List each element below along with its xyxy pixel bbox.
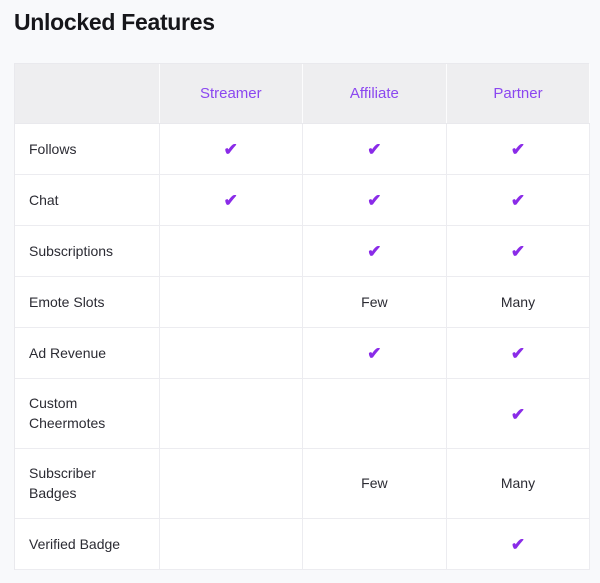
cell-streamer: ✔ <box>159 123 304 175</box>
cell-affiliate <box>302 378 447 449</box>
check-icon: ✔ <box>223 140 238 159</box>
cell-partner: ✔ <box>446 225 591 277</box>
cell-partner: Many <box>446 276 591 328</box>
cell-value-text: Few <box>361 475 388 491</box>
table-row: Follows ✔ ✔ ✔ <box>15 123 591 175</box>
check-icon: ✔ <box>367 344 382 363</box>
feature-label: Subscriptions <box>15 225 160 277</box>
check-icon: ✔ <box>510 344 526 363</box>
feature-label: Emote Slots <box>15 276 160 328</box>
cell-value-text: Few <box>361 293 388 310</box>
cell-empty <box>230 357 231 358</box>
check-icon: ✔ <box>367 191 382 210</box>
cell-affiliate <box>302 518 447 570</box>
features-table: Streamer Affiliate Partner Follows ✔ ✔ ✔ Cha… <box>15 64 591 570</box>
table-row: Subscriber Badges Few Many <box>15 448 591 519</box>
cell-empty <box>230 417 231 418</box>
cell-streamer <box>159 518 304 570</box>
cell-streamer <box>159 378 304 449</box>
cell-value-text: Many <box>500 293 536 310</box>
table-row: Emote Slots Few Many <box>15 276 591 328</box>
cell-empty <box>230 255 231 256</box>
cell-partner: ✔ <box>446 327 591 379</box>
cell-partner: ✔ <box>446 123 591 175</box>
cell-streamer <box>159 448 304 519</box>
cell-affiliate: ✔ <box>302 174 447 226</box>
cell-empty <box>230 487 231 488</box>
cell-empty <box>374 548 375 549</box>
feature-label: Chat <box>15 174 160 226</box>
feature-label: Follows <box>15 123 160 175</box>
cell-affiliate: ✔ <box>302 225 447 277</box>
column-header-partner: Partner <box>446 64 591 124</box>
check-icon: ✔ <box>510 535 526 554</box>
cell-partner: ✔ <box>446 378 591 449</box>
features-page: Unlocked Features Streamer Affiliate Par… <box>0 0 600 583</box>
feature-label: Custom Cheermotes <box>15 378 160 449</box>
cell-affiliate: Few <box>302 448 447 519</box>
cell-partner: Many <box>446 448 591 519</box>
table-row: Verified Badge ✔ <box>15 518 591 570</box>
cell-affiliate: Few <box>302 276 447 328</box>
cell-affiliate: ✔ <box>302 327 447 379</box>
features-table-container: Streamer Affiliate Partner Follows ✔ ✔ ✔ Cha… <box>14 63 591 570</box>
feature-label: Ad Revenue <box>15 327 160 379</box>
cell-streamer <box>159 276 304 328</box>
check-icon: ✔ <box>510 242 526 261</box>
cell-value-text: Many <box>500 475 536 491</box>
check-icon: ✔ <box>510 404 526 424</box>
cell-streamer: ✔ <box>159 174 304 226</box>
cell-affiliate: ✔ <box>302 123 447 175</box>
feature-label: Verified Badge <box>15 518 160 570</box>
cell-partner: ✔ <box>446 518 591 570</box>
table-row: Custom Cheermotes ✔ <box>15 378 591 449</box>
column-header-affiliate: Affiliate <box>302 64 447 124</box>
page-title: Unlocked Features <box>14 9 215 35</box>
cell-empty <box>374 417 375 418</box>
check-icon: ✔ <box>510 140 526 159</box>
cell-streamer <box>159 225 304 277</box>
table-row: Subscriptions ✔ ✔ <box>15 225 591 277</box>
table-row: Ad Revenue ✔ ✔ <box>15 327 591 379</box>
cell-streamer <box>159 327 304 379</box>
cell-partner: ✔ <box>446 174 591 226</box>
column-header-feature <box>15 64 160 124</box>
check-icon: ✔ <box>367 242 382 261</box>
cell-empty <box>230 548 231 549</box>
check-icon: ✔ <box>223 191 238 210</box>
table-row: Chat ✔ ✔ ✔ <box>15 174 591 226</box>
feature-label: Subscriber Badges <box>15 448 160 519</box>
table-header-row: Streamer Affiliate Partner <box>15 64 591 124</box>
cell-empty <box>230 306 231 307</box>
check-icon: ✔ <box>367 140 382 159</box>
check-icon: ✔ <box>510 191 526 210</box>
table-body: Follows ✔ ✔ ✔ Chat ✔ ✔ ✔ Subscriptions ✔ ✔ Emote Sl… <box>15 123 591 570</box>
table-header: Streamer Affiliate Partner <box>15 64 591 124</box>
column-header-streamer: Streamer <box>159 64 304 124</box>
